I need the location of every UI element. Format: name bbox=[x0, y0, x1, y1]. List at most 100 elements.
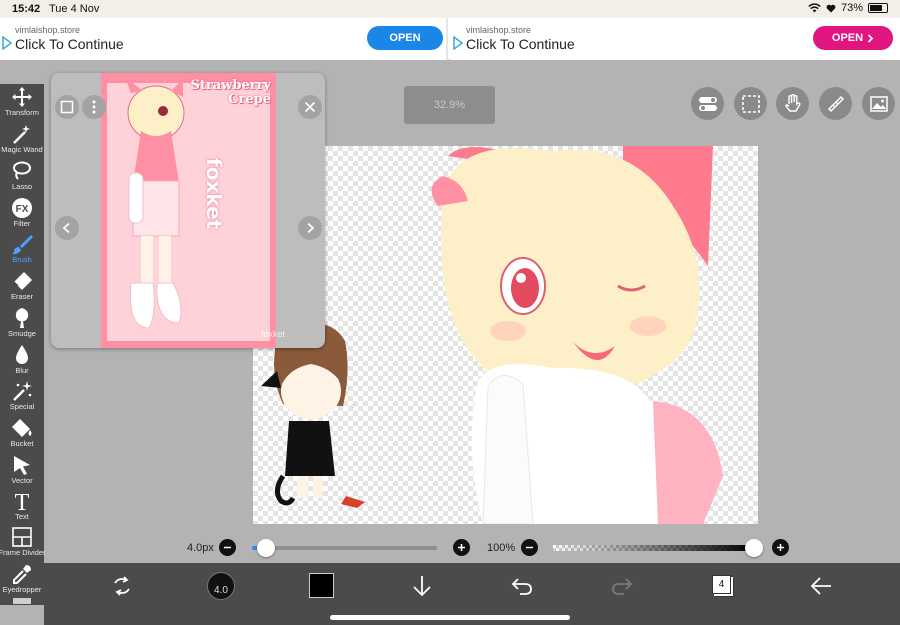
undo-button[interactable] bbox=[507, 571, 537, 601]
tool-label: Eraser bbox=[10, 292, 34, 301]
hand-tool-button[interactable] bbox=[776, 87, 809, 120]
brush-size-slider[interactable] bbox=[252, 546, 437, 550]
chevron-left-icon bbox=[62, 222, 70, 234]
drawing-canvas[interactable]: ♡ bbox=[253, 146, 758, 524]
image-button[interactable] bbox=[862, 87, 895, 120]
color-swatch-button[interactable] bbox=[309, 573, 334, 598]
magic-wand-icon bbox=[13, 125, 30, 144]
layer-count: 4 bbox=[718, 579, 725, 590]
tool-label: Blur bbox=[15, 366, 29, 375]
battery-percent: 73% bbox=[840, 2, 863, 14]
ad-cta[interactable]: Click To Continue bbox=[15, 36, 124, 52]
brush-icon bbox=[12, 235, 33, 255]
brush-preview-button[interactable]: 4.0 bbox=[207, 572, 235, 600]
brush-size-decrease-button[interactable] bbox=[219, 539, 236, 556]
reference-watermark: foxket bbox=[261, 329, 286, 339]
reference-prev-button[interactable] bbox=[55, 216, 79, 240]
reference-menu-button[interactable] bbox=[82, 95, 106, 119]
ruler-icon bbox=[827, 95, 844, 112]
tool-blur[interactable]: Blur bbox=[0, 344, 44, 381]
tool-label: Magic Wand bbox=[1, 145, 43, 154]
ad-open-label: OPEN bbox=[389, 32, 421, 44]
tool-label: Bucket bbox=[10, 439, 34, 448]
reference-title: Strawberry Crepe bbox=[190, 78, 271, 107]
big-character bbox=[431, 146, 723, 524]
tool-brush[interactable]: Brush bbox=[0, 233, 44, 270]
ad-open-button[interactable]: OPEN bbox=[367, 26, 443, 50]
reference-resize-button[interactable] bbox=[55, 95, 79, 119]
opacity-increase-button[interactable] bbox=[772, 539, 789, 556]
opacity-thumb[interactable] bbox=[745, 539, 763, 557]
back-button[interactable] bbox=[806, 571, 836, 601]
ad-left[interactable]: vimlaishop.store Click To Continue OPEN bbox=[0, 18, 448, 60]
tool-lasso[interactable]: Lasso bbox=[0, 160, 44, 197]
tool-label: Smudge bbox=[8, 329, 36, 338]
redo-icon bbox=[612, 578, 633, 595]
toggle-settings-button[interactable] bbox=[691, 87, 724, 120]
drop-icon bbox=[16, 345, 28, 364]
save-down-button[interactable] bbox=[407, 571, 437, 601]
close-icon bbox=[304, 101, 316, 113]
tool-label: Text bbox=[15, 512, 29, 521]
plus-icon bbox=[777, 544, 784, 551]
brush-slider-row: 4.0px 100% bbox=[0, 536, 900, 560]
svg-text:♡: ♡ bbox=[351, 404, 355, 410]
ad-open-label: OPEN bbox=[831, 32, 864, 44]
tool-label: Brush bbox=[12, 255, 32, 264]
tool-label: Filter bbox=[13, 219, 31, 228]
brush-size-increase-button[interactable] bbox=[453, 539, 470, 556]
fx-icon: FX bbox=[12, 198, 32, 218]
home-indicator bbox=[330, 615, 570, 620]
move-arrows-icon bbox=[12, 87, 32, 107]
undo-icon bbox=[511, 578, 532, 595]
tool-filter[interactable]: FX Filter bbox=[0, 197, 44, 234]
tool-more[interactable] bbox=[13, 598, 31, 604]
image-icon bbox=[869, 95, 888, 112]
tool-eraser[interactable]: Eraser bbox=[0, 270, 44, 307]
heart-icon bbox=[826, 4, 836, 12]
ad-banner: vimlaishop.store Click To Continue OPEN … bbox=[0, 18, 900, 60]
square-icon bbox=[60, 100, 74, 114]
reference-window[interactable]: Strawberry Crepe foxket foxket bbox=[51, 73, 325, 348]
hand-icon bbox=[784, 93, 801, 112]
smudge-icon bbox=[15, 308, 29, 328]
tool-vector[interactable]: Vector bbox=[0, 454, 44, 491]
redo-button[interactable] bbox=[607, 571, 637, 601]
tool-text[interactable]: T Text bbox=[0, 490, 44, 527]
transform-layer-button[interactable] bbox=[107, 571, 137, 601]
ad-choices-icon[interactable] bbox=[453, 36, 463, 50]
selection-button[interactable] bbox=[734, 87, 767, 120]
opacity-decrease-button[interactable] bbox=[521, 539, 538, 556]
reference-close-button[interactable] bbox=[298, 95, 322, 119]
brush-opacity-label: 100% bbox=[487, 542, 516, 554]
minus-icon bbox=[526, 546, 533, 549]
ad-cta[interactable]: Click To Continue bbox=[466, 36, 575, 52]
status-bar: 15:42 Tue 4 Nov 73% bbox=[0, 0, 900, 18]
reference-image: Strawberry Crepe foxket foxket bbox=[101, 73, 285, 348]
tool-label: Vector bbox=[11, 476, 33, 485]
canvas-artwork: ♡ bbox=[261, 146, 723, 524]
tool-special[interactable]: Special bbox=[0, 380, 44, 417]
brush-size-thumb[interactable] bbox=[257, 539, 275, 557]
tool-transform[interactable]: Transform bbox=[0, 86, 44, 123]
brush-preview-label: 4.0 bbox=[214, 585, 228, 596]
arrow-down-icon bbox=[413, 576, 431, 597]
ad-domain: vimlaishop.store bbox=[15, 25, 81, 35]
ad-open-button[interactable]: OPEN bbox=[813, 26, 893, 50]
tool-bucket[interactable]: Bucket bbox=[0, 417, 44, 454]
cursor-icon bbox=[14, 456, 30, 475]
ad-right[interactable]: vimlaishop.store Click To Continue OPEN bbox=[451, 18, 900, 60]
reference-next-button[interactable] bbox=[298, 216, 322, 240]
ruler-button[interactable] bbox=[819, 87, 852, 120]
tool-magic-wand[interactable]: Magic Wand bbox=[0, 123, 44, 160]
arrow-left-icon bbox=[810, 577, 831, 595]
tool-eyedropper[interactable]: Eyedropper bbox=[0, 563, 44, 600]
text-icon: T bbox=[15, 490, 30, 512]
minus-icon bbox=[224, 546, 231, 549]
small-character: ♡ bbox=[261, 322, 365, 508]
tool-smudge[interactable]: Smudge bbox=[0, 307, 44, 344]
ad-choices-icon[interactable] bbox=[2, 36, 12, 50]
opacity-slider[interactable] bbox=[553, 545, 753, 551]
zoom-indicator: 32.9% bbox=[404, 86, 495, 124]
layers-button[interactable]: 4 bbox=[712, 575, 731, 594]
